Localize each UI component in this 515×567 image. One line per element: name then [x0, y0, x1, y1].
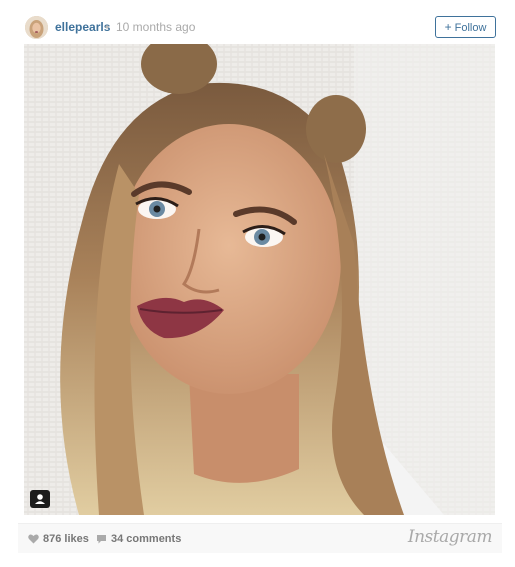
photo-illustration: [24, 44, 495, 515]
instagram-logo[interactable]: Instagram: [408, 527, 493, 547]
post-timestamp[interactable]: 10 months ago: [116, 20, 195, 34]
separator-dot: •: [105, 20, 110, 34]
follow-button[interactable]: + Follow: [435, 16, 496, 38]
instagram-embed-card: ellepearls • 10 months ago + Follow 876 …: [0, 0, 515, 567]
follow-label: Follow: [454, 22, 487, 34]
profile-avatar[interactable]: [25, 16, 48, 39]
user-tag-button[interactable]: [30, 490, 50, 508]
plus-icon: +: [444, 20, 452, 34]
person-tag-icon: [35, 494, 45, 504]
post-photo[interactable]: [24, 44, 495, 515]
heart-icon: [28, 534, 39, 544]
comments-label: 34 comments: [111, 533, 182, 545]
post-footer: 876 likes 34 comments Instagram: [18, 523, 502, 553]
likes-label: 876 likes: [43, 533, 89, 545]
speech-bubble-icon: [97, 535, 106, 544]
username-link[interactable]: ellepearls: [55, 20, 110, 34]
likes-count[interactable]: 876 likes: [28, 532, 89, 546]
comments-count[interactable]: 34 comments: [96, 532, 181, 546]
avatar-image: [25, 16, 48, 39]
